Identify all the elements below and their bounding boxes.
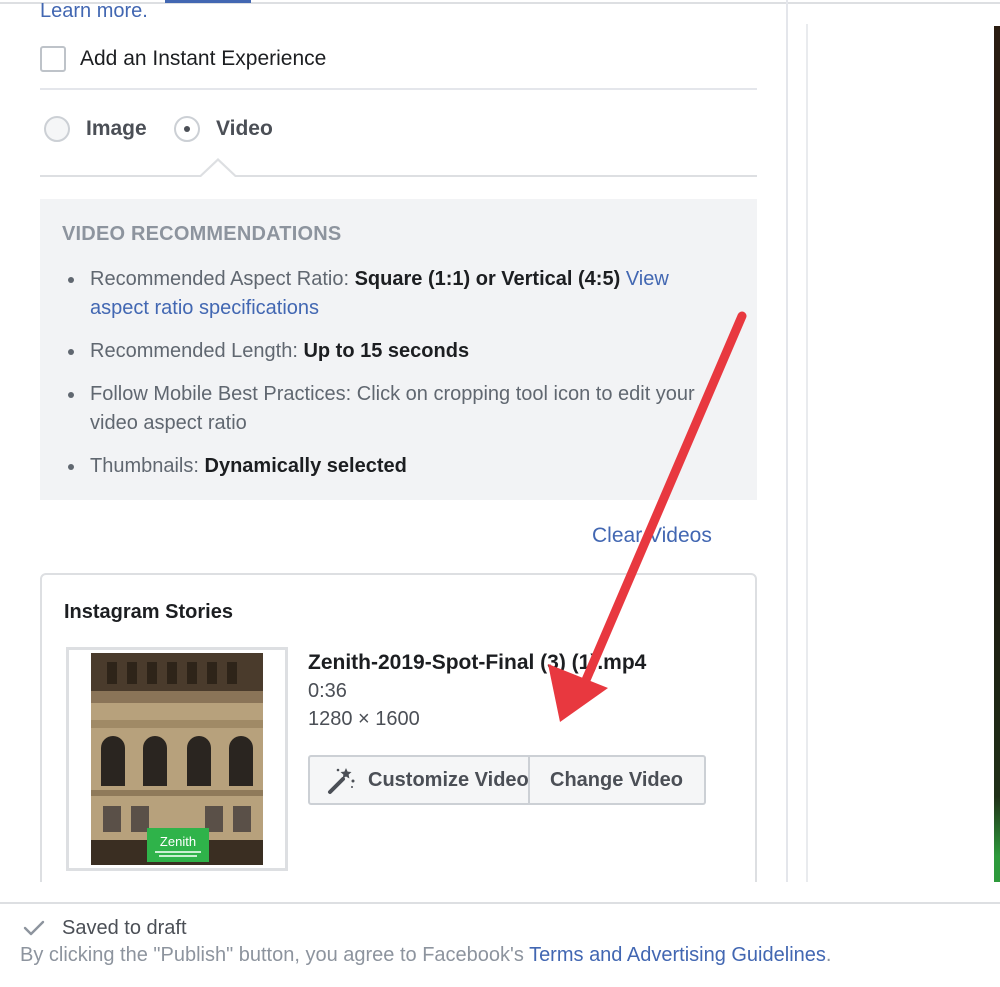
reco-length: Recommended Length: Up to 15 seconds <box>62 337 722 366</box>
thumbnail-image: Zenith <box>69 650 285 868</box>
customize-video-button[interactable]: Customize Video <box>308 755 530 805</box>
change-video-button[interactable]: Change Video <box>530 755 706 805</box>
thumbnail-logo-text: Zenith <box>160 834 196 849</box>
reco-length-label: Recommended Length: <box>90 340 304 362</box>
radio-video[interactable]: Video <box>174 114 273 144</box>
radio-image-button[interactable] <box>44 116 70 142</box>
footer-divider <box>0 902 1000 904</box>
terms-guidelines-link[interactable]: Terms and Advertising Guidelines <box>529 944 826 966</box>
saved-to-draft-text: Saved to draft <box>62 916 187 939</box>
ad-preview-edge <box>994 26 1000 882</box>
instant-experience-option[interactable]: Add an Instant Experience <box>40 44 326 74</box>
active-tab-indicator <box>165 0 251 3</box>
instagram-stories-card: Instagram Stories Zenith Zenith-2019-Spo… <box>40 573 757 903</box>
radio-video-label[interactable]: Video <box>216 117 273 141</box>
footer: Saved to draft By clicking the "Publish"… <box>0 882 1000 987</box>
save-status: Saved to draft <box>22 916 187 940</box>
instant-experience-checkbox[interactable] <box>40 46 66 72</box>
magic-wand-icon <box>328 768 355 794</box>
video-duration: 0:36 <box>308 680 347 702</box>
divider <box>40 88 757 90</box>
clear-videos-link[interactable]: Clear Videos <box>592 524 712 548</box>
instant-experience-label[interactable]: Add an Instant Experience <box>80 47 326 71</box>
reco-aspect-label: Recommended Aspect Ratio: <box>90 268 355 290</box>
top-rule <box>0 2 1000 4</box>
change-video-label: Change Video <box>550 768 683 791</box>
radio-video-button[interactable] <box>174 116 200 142</box>
story-placement-title: Instagram Stories <box>64 601 233 623</box>
selection-caret-fill <box>201 161 235 177</box>
video-dimensions: 1280 × 1600 <box>308 708 420 730</box>
radio-image[interactable]: Image <box>44 114 147 144</box>
video-thumbnail[interactable]: Zenith <box>66 647 288 871</box>
video-file-name: Zenith-2019-Spot-Final (3) (1).mp4 <box>308 651 647 674</box>
publish-agreement: By clicking the "Publish" button, you ag… <box>20 944 831 967</box>
reco-aspect-ratio: Recommended Aspect Ratio: Square (1:1) o… <box>62 265 722 323</box>
checkmark-icon <box>23 920 45 936</box>
reco-aspect-value: Square (1:1) or Vertical (4:5) <box>354 268 621 290</box>
panel-divider <box>786 0 788 882</box>
learn-more-link[interactable]: Learn more. <box>40 0 148 22</box>
reco-mobile-text: Follow Mobile Best Practices: Click on c… <box>90 383 695 434</box>
recommendations-list: Recommended Aspect Ratio: Square (1:1) o… <box>62 265 722 495</box>
customize-video-label: Customize Video <box>368 768 529 791</box>
reco-thumbnails-value: Dynamically selected <box>204 455 407 477</box>
reco-length-value: Up to 15 seconds <box>303 340 470 362</box>
radio-image-label[interactable]: Image <box>86 117 147 141</box>
preview-border <box>806 24 808 882</box>
video-action-buttons: Customize Video Change Video <box>308 755 706 805</box>
media-type-divider <box>40 175 757 177</box>
video-recommendations: VIDEO RECOMMENDATIONS Recommended Aspect… <box>40 199 757 500</box>
agreement-text: By clicking the "Publish" button, you ag… <box>20 944 530 966</box>
reco-thumbnails: Thumbnails: Dynamically selected <box>62 452 722 481</box>
agreement-suffix: . <box>825 944 832 966</box>
reco-thumbnails-label: Thumbnails: <box>90 455 205 477</box>
reco-mobile: Follow Mobile Best Practices: Click on c… <box>62 380 722 438</box>
recommendations-title: VIDEO RECOMMENDATIONS <box>62 223 342 245</box>
